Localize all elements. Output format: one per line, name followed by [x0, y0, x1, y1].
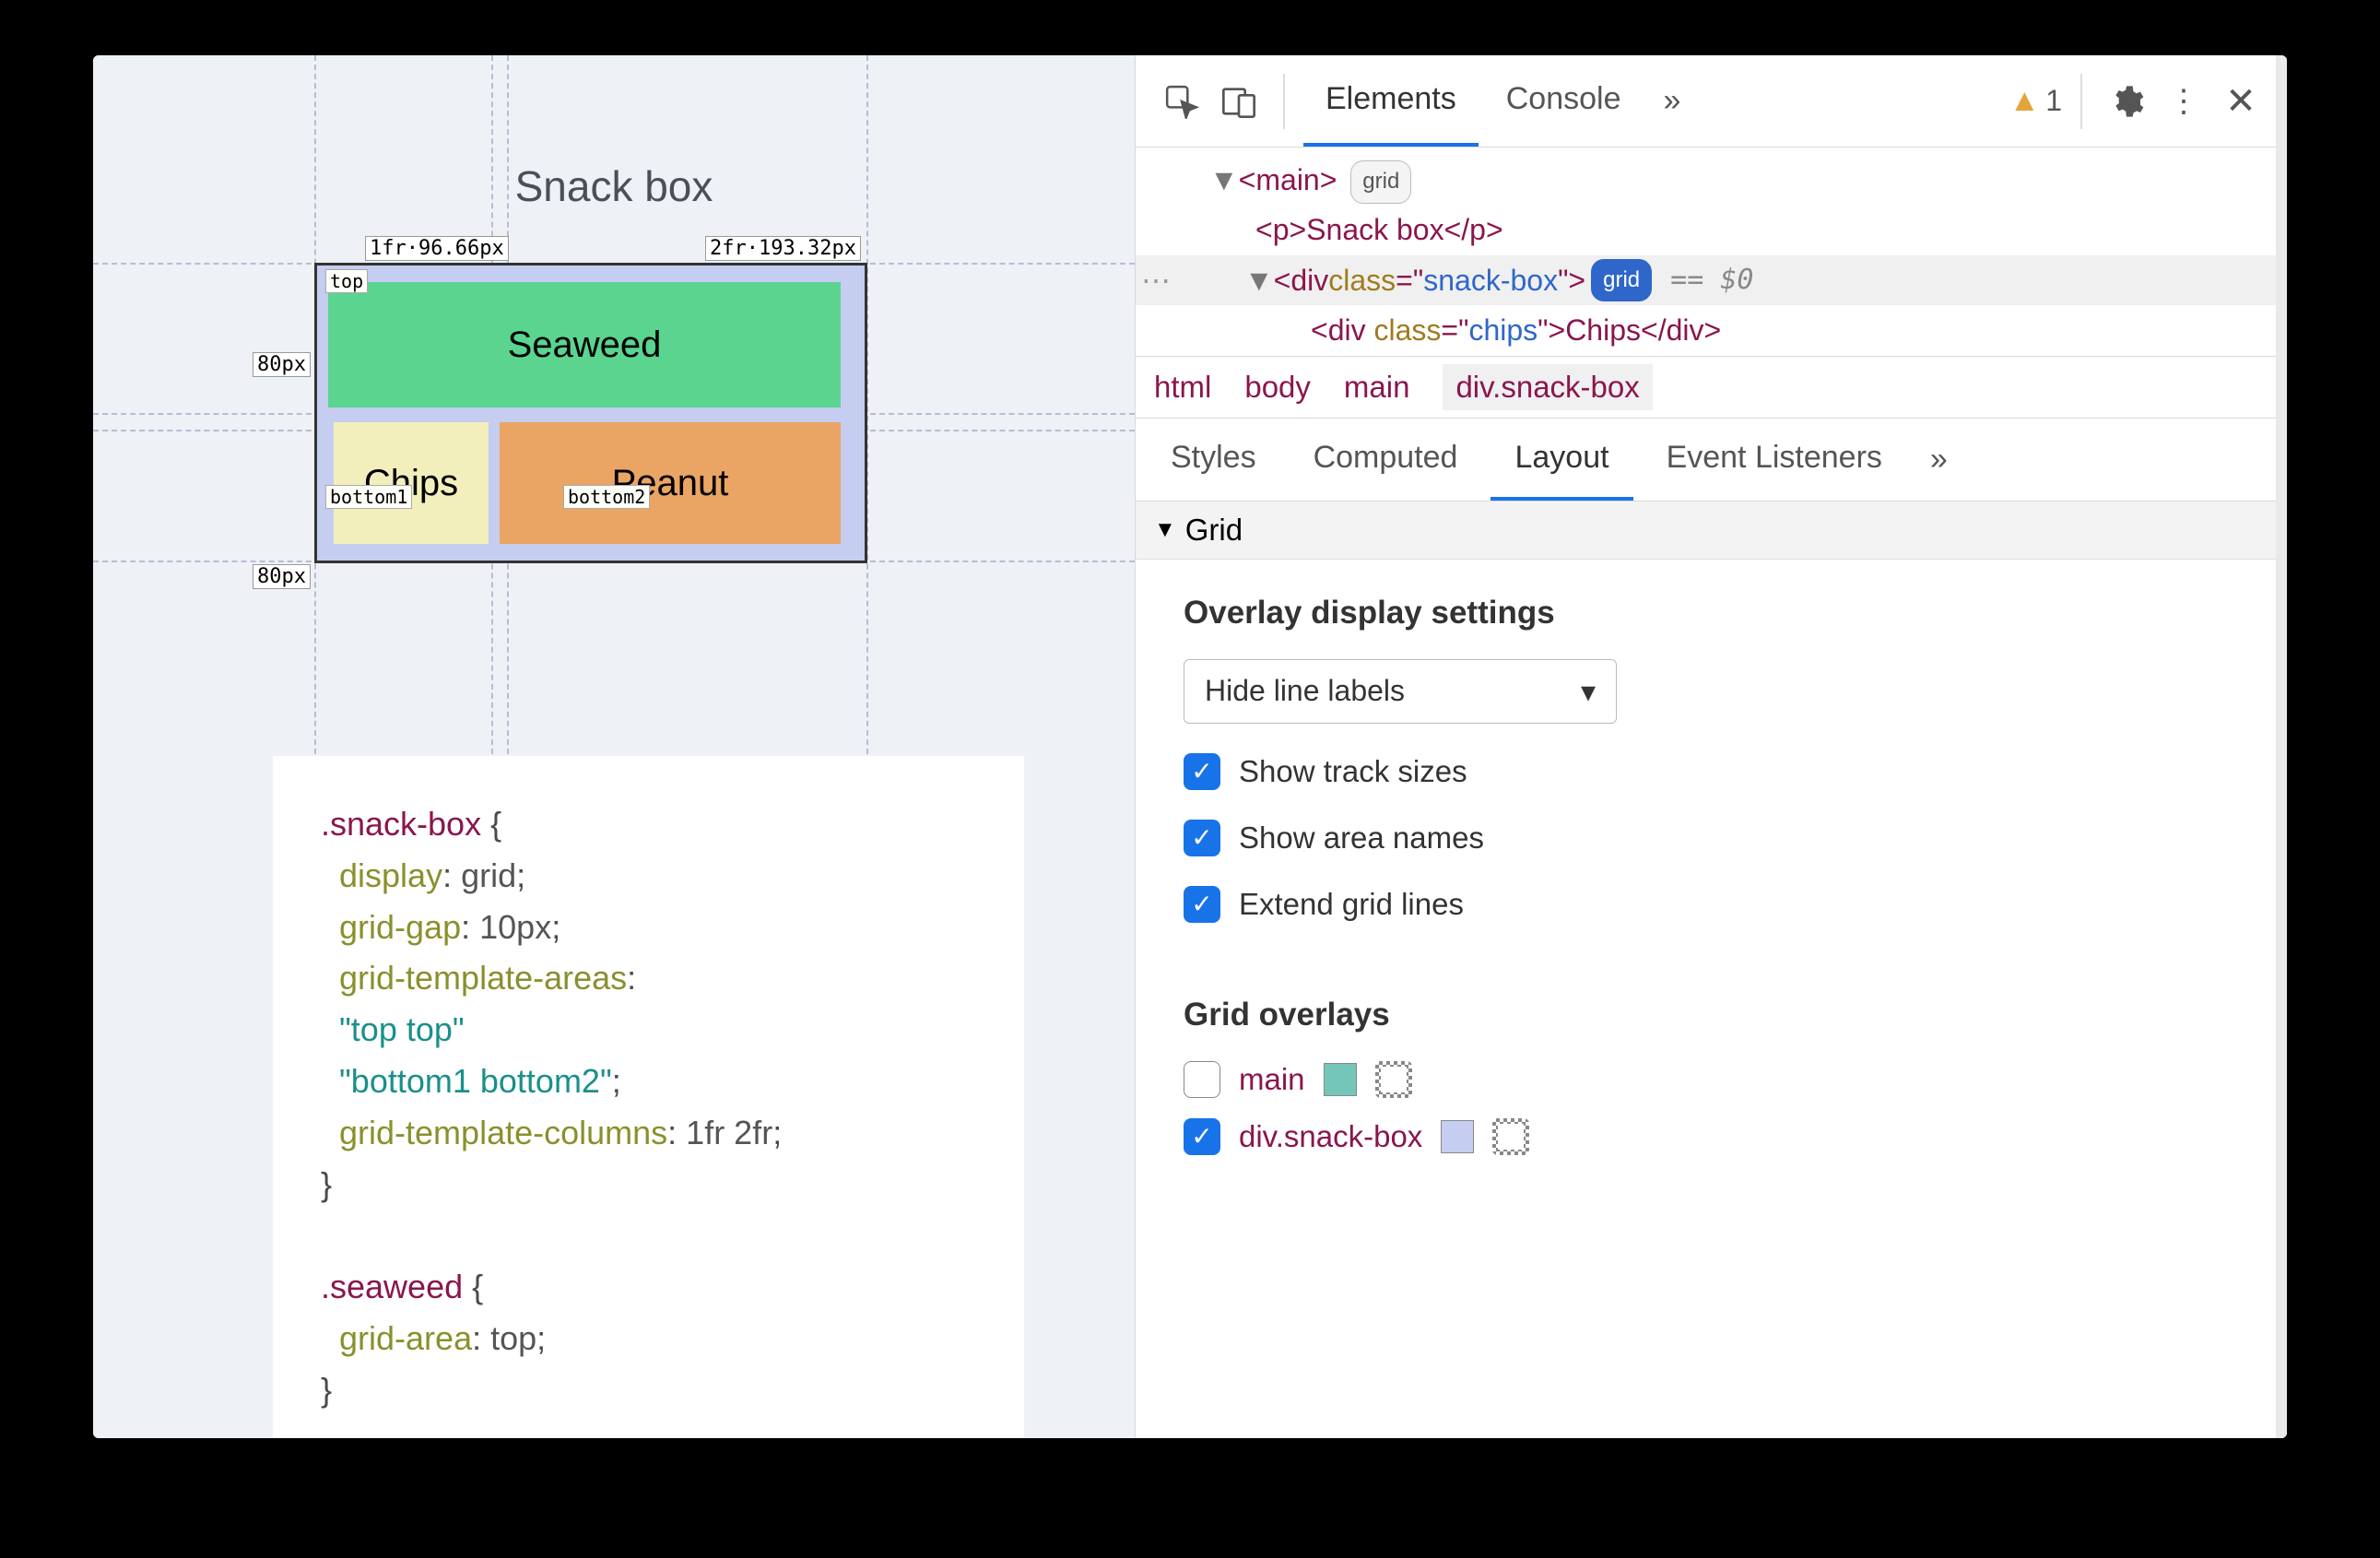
cell-peanut: Peanut	[500, 422, 841, 544]
more-tabs-icon[interactable]: »	[1648, 83, 1695, 119]
overlay-area-label-bottom2: bottom2	[563, 485, 650, 509]
dom-node-main[interactable]: ▼<main> grid	[1136, 155, 2287, 205]
grid-badge[interactable]: grid	[1350, 160, 1411, 204]
overlay-settings-heading: Overlay display settings	[1184, 595, 2239, 631]
kebab-menu-icon[interactable]: ⋮	[2158, 76, 2209, 127]
highlight-icon[interactable]	[1375, 1061, 1412, 1098]
warning-icon: ▲	[2009, 83, 2041, 119]
line-labels-dropdown[interactable]: Hide line labels ▾	[1184, 659, 1617, 724]
warning-badge[interactable]: ▲ 1	[2009, 83, 2062, 119]
grid-accordion-header[interactable]: ▼ Grid	[1136, 502, 2287, 560]
tab-elements[interactable]: Elements	[1303, 55, 1479, 147]
breadcrumb-body[interactable]: body	[1244, 370, 1311, 405]
close-icon[interactable]: ✕	[2215, 76, 2267, 127]
overlay-element-label: div.snack-box	[1239, 1119, 1422, 1154]
warning-count: 1	[2045, 84, 2062, 118]
grid-overlays-heading: Grid overlays	[1184, 997, 2239, 1033]
snack-box-grid[interactable]: Seaweed Chips Peanut	[314, 263, 867, 563]
separator	[2080, 74, 2082, 129]
settings-icon[interactable]	[2101, 76, 2152, 127]
dropdown-value: Hide line labels	[1205, 674, 1405, 708]
snack-box-container: Seaweed Chips Peanut	[314, 263, 867, 563]
dom-node-chips[interactable]: <div class="chips">Chips</div>	[1136, 305, 2287, 355]
styles-tabstrip: Styles Computed Layout Event Listeners »	[1136, 419, 2287, 502]
device-toggle-icon[interactable]	[1213, 76, 1265, 127]
checkbox-label: Show track sizes	[1239, 754, 1467, 789]
devtools-window: Snack box Seaweed Chips Peanut 1fr·96.66…	[93, 55, 2287, 1438]
overlay-area-label-bottom1: bottom1	[325, 485, 412, 509]
devtools-toolbar: Elements Console » ▲ 1 ⋮ ✕	[1136, 55, 2287, 148]
breadcrumb-html[interactable]: html	[1154, 370, 1211, 405]
subtab-computed[interactable]: Computed	[1290, 419, 1482, 501]
checkbox-icon: ✓	[1184, 820, 1220, 856]
overlay-area-label-top: top	[325, 269, 368, 293]
grid-overlay-item-snack-box[interactable]: ✓ div.snack-box	[1184, 1118, 2239, 1155]
separator	[1283, 74, 1285, 129]
grid-overlays-section: Grid overlays main ✓ div.snack-box	[1136, 987, 2287, 1210]
chevron-down-icon: ▾	[1581, 674, 1596, 709]
highlight-icon[interactable]	[1492, 1118, 1529, 1155]
subtab-styles[interactable]: Styles	[1147, 419, 1280, 501]
checkbox-icon: ✓	[1184, 886, 1220, 923]
overlay-track-label-row1: 80px	[253, 352, 311, 377]
checkbox-icon[interactable]	[1184, 1061, 1220, 1098]
tab-console[interactable]: Console	[1484, 55, 1644, 147]
checkbox-label: Show area names	[1239, 820, 1484, 856]
checkbox-icon: ✓	[1184, 753, 1220, 790]
dom-node-snack-box[interactable]: ⋯ ▼<div class="snack-box"> grid == $0	[1136, 255, 2287, 305]
grid-badge-active[interactable]: grid	[1591, 259, 1652, 302]
overlay-track-label-col2: 2fr·193.32px	[705, 236, 861, 261]
selected-node-indicator: ⋯	[1136, 255, 1184, 305]
page-viewport: Snack box Seaweed Chips Peanut 1fr·96.66…	[93, 55, 1135, 1438]
more-subtabs-icon[interactable]: »	[1915, 442, 1962, 478]
selected-node-ref: == $0	[1670, 256, 1753, 303]
overlay-display-settings: Overlay display settings Hide line label…	[1136, 560, 2287, 987]
color-swatch[interactable]	[1441, 1120, 1474, 1153]
cell-seaweed: Seaweed	[328, 282, 841, 407]
checkbox-extend-grid-lines[interactable]: ✓ Extend grid lines	[1184, 886, 2239, 923]
css-code-block: .snack-box { display: grid; grid-gap: 10…	[273, 756, 1024, 1438]
breadcrumb-main[interactable]: main	[1344, 370, 1410, 405]
inspect-icon[interactable]	[1156, 76, 1208, 127]
checkbox-label: Extend grid lines	[1239, 887, 1464, 922]
grid-overlay-item-main[interactable]: main	[1184, 1061, 2239, 1098]
page-title: Snack box	[93, 161, 1135, 211]
chevron-down-icon: ▼	[1154, 517, 1176, 543]
overlay-track-label-col1: 1fr·96.66px	[365, 236, 509, 261]
color-swatch[interactable]	[1324, 1063, 1357, 1096]
subtab-layout[interactable]: Layout	[1490, 419, 1632, 501]
grid-accordion-label: Grid	[1185, 513, 1243, 548]
dom-breadcrumb[interactable]: html body main div.snack-box	[1136, 356, 2287, 419]
subtab-event-listeners[interactable]: Event Listeners	[1643, 419, 1906, 501]
checkbox-show-area-names[interactable]: ✓ Show area names	[1184, 820, 2239, 856]
scrollbar[interactable]	[2276, 55, 2287, 1438]
dom-tree[interactable]: ▼<main> grid <p>Snack box</p> ⋯ ▼<div cl…	[1136, 148, 2287, 356]
checkbox-show-track-sizes[interactable]: ✓ Show track sizes	[1184, 753, 2239, 790]
breadcrumb-snack-box[interactable]: div.snack-box	[1443, 364, 1652, 410]
cell-chips: Chips	[334, 422, 489, 544]
dom-node-p[interactable]: <p>Snack box</p>	[1136, 205, 2287, 254]
checkbox-icon[interactable]: ✓	[1184, 1118, 1220, 1155]
overlay-element-label: main	[1239, 1062, 1305, 1097]
devtools-panel: Elements Console » ▲ 1 ⋮ ✕ ▼<main> grid …	[1135, 55, 2287, 1438]
overlay-track-label-row2: 80px	[253, 564, 311, 589]
